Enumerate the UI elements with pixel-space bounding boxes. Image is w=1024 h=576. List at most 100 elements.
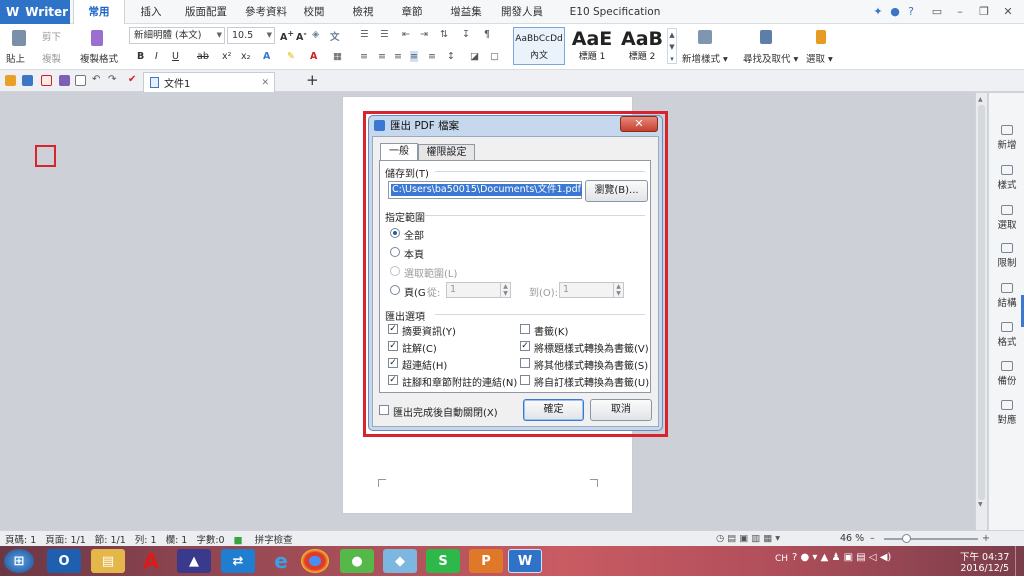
align-left-icon[interactable]: ≡	[360, 51, 368, 62]
font-name-select[interactable]: 新細明體 (本文) ▼	[129, 27, 225, 44]
chrome-icon[interactable]	[301, 549, 329, 573]
format-painter-icon[interactable]	[91, 30, 103, 46]
spell-check-status[interactable]: ■ 拼字檢查	[234, 532, 302, 546]
increase-indent-icon[interactable]: ⇥	[420, 29, 428, 40]
close-icon[interactable]: ✕	[1000, 4, 1016, 20]
sort-icon[interactable]: ↧	[462, 29, 470, 40]
ime-indicator[interactable]: CH	[775, 554, 788, 564]
char-shading-icon[interactable]: ▦	[333, 51, 342, 62]
italic-icon[interactable]: I	[155, 51, 158, 62]
sidebar-item-styles[interactable]: 樣式	[989, 165, 1024, 191]
distribute-icon[interactable]: ≡	[428, 51, 436, 62]
spinner-arrows-icon[interactable]: ▲ ▼	[500, 283, 510, 297]
style-heading-1[interactable]: AaE 標題 1	[568, 27, 616, 65]
scroll-thumb[interactable]	[978, 105, 985, 500]
cut-button[interactable]: 剪下	[42, 29, 61, 43]
shrink-font-icon[interactable]: A-	[296, 29, 307, 43]
phonetic-icon[interactable]: 文	[330, 29, 340, 43]
find-replace-button[interactable]: 尋找及取代 ▾	[743, 51, 798, 65]
notes-icon[interactable]: ◆	[383, 549, 417, 573]
sidebar-item-restrict[interactable]: 限制	[989, 243, 1024, 269]
font-color-icon[interactable]: A	[310, 51, 317, 62]
save-icon[interactable]	[22, 75, 33, 86]
show-desktop-button[interactable]	[1015, 546, 1024, 576]
bullets-icon[interactable]: ☰	[360, 29, 369, 40]
scroll-down-icon[interactable]: ▼	[978, 501, 983, 508]
minimize-icon[interactable]: –	[952, 4, 968, 20]
sidebar-item-new[interactable]: 新增	[989, 125, 1024, 151]
align-right-icon[interactable]: ≡	[394, 51, 402, 62]
borders-icon[interactable]: ▢	[490, 51, 499, 62]
tab-e10-plugin[interactable]: E10 Specification Plugin	[560, 0, 670, 42]
outlook-icon[interactable]: O	[47, 549, 81, 573]
sidebar-item-format[interactable]: 格式	[989, 322, 1024, 348]
explorer-folder-icon[interactable]: ▤	[91, 549, 125, 573]
tab-addins[interactable]: 增益集	[444, 0, 488, 24]
heading-bookmarks-checkbox[interactable]: ✓	[520, 341, 530, 351]
redo-icon[interactable]: ↷	[108, 74, 119, 85]
numbering-icon[interactable]: ☰	[380, 29, 389, 40]
style-normal[interactable]: AaBbCcDd 內文	[513, 27, 565, 65]
start-orb-icon[interactable]: ⊞	[4, 549, 34, 573]
range-all-radio[interactable]	[390, 228, 400, 238]
check-icon[interactable]: ✔	[128, 74, 139, 85]
teamviewer-icon[interactable]: ⇄	[221, 549, 255, 573]
range-current-radio[interactable]	[390, 247, 400, 257]
zoom-slider[interactable]	[884, 538, 978, 540]
zoom-out-icon[interactable]: –	[870, 533, 875, 544]
bookmarks-checkbox[interactable]	[520, 324, 530, 334]
hyperlinks-checkbox[interactable]: ✓	[388, 358, 398, 368]
copy-button[interactable]: 複製	[42, 51, 61, 65]
font-size-select[interactable]: 10.5 ▼	[227, 27, 275, 44]
range-selection-radio[interactable]	[390, 266, 400, 276]
shading-icon[interactable]: ◪	[470, 51, 479, 62]
justify-icon[interactable]: ≡	[410, 51, 418, 62]
bold-icon[interactable]: B	[137, 51, 144, 62]
presentation-icon[interactable]: P	[469, 549, 503, 573]
document-tab[interactable]: 文件1 ✕	[143, 72, 275, 92]
tab-developer[interactable]: 開發人員	[494, 0, 550, 24]
paste-button[interactable]: 貼上	[6, 51, 25, 65]
range-pages-radio[interactable]	[390, 285, 400, 295]
line-spacing-icon[interactable]: ↕	[447, 51, 455, 62]
view-modes-icon[interactable]: ◷ ▤ ▣ ▥ ▦ ▾	[716, 533, 780, 544]
ok-button[interactable]: 確定	[523, 399, 584, 421]
tab-insert[interactable]: 插入	[130, 0, 172, 24]
align-center-icon[interactable]: ≡	[378, 51, 386, 62]
clipboard-icon[interactable]	[12, 30, 26, 46]
style-gallery-scroll[interactable]: ▲ ▼ ▾	[667, 28, 677, 64]
writer-taskbar-icon[interactable]: W	[508, 549, 542, 573]
user-icon[interactable]: ●	[887, 4, 903, 20]
spinner-arrows-icon[interactable]: ▲ ▼	[613, 283, 623, 297]
sidebar-item-backup[interactable]: 備份	[989, 361, 1024, 387]
ssms-icon[interactable]: ▲	[177, 549, 211, 573]
text-effect-icon[interactable]: A	[263, 51, 270, 62]
comments-checkbox[interactable]: ✓	[388, 341, 398, 351]
select-button[interactable]: 選取 ▾	[806, 51, 833, 65]
auto-close-checkbox[interactable]	[379, 405, 389, 415]
tab-review[interactable]: 校閱	[298, 0, 330, 24]
ribbon-toggle-icon[interactable]: ▭	[929, 4, 945, 20]
vertical-scrollbar[interactable]: ▲ ▼	[975, 93, 987, 530]
custom-style-bookmarks-checkbox[interactable]	[520, 375, 530, 385]
format-painter-button[interactable]: 複製格式	[80, 51, 118, 65]
tray-icons[interactable]: ? ● ▾ ▲ ♟ ▣ ▤ ◁ ◀)	[792, 552, 891, 563]
internet-explorer-icon[interactable]: e	[264, 549, 298, 573]
print-preview-icon[interactable]	[75, 75, 86, 86]
tab-references[interactable]: 參考資料	[238, 0, 294, 24]
grow-font-icon[interactable]: A+	[280, 29, 294, 43]
tab-general[interactable]: 一般	[380, 143, 418, 161]
sidebar-item-structure[interactable]: 結構	[989, 283, 1024, 309]
open-folder-icon[interactable]	[5, 75, 16, 86]
dialog-close-button[interactable]: ✕	[620, 116, 658, 132]
underline-icon[interactable]: U	[172, 51, 179, 62]
scroll-up-icon[interactable]: ▲	[978, 96, 983, 103]
close-tab-icon[interactable]: ✕	[261, 78, 269, 88]
tab-permissions[interactable]: 權限設定	[418, 144, 475, 161]
undo-icon[interactable]: ↶	[92, 74, 103, 85]
decrease-indent-icon[interactable]: ⇤	[402, 29, 410, 40]
subscript-icon[interactable]: x₂	[241, 51, 250, 62]
range-from-spinner[interactable]: 1 ▲ ▼	[446, 282, 511, 298]
tab-layout[interactable]: 版面配置	[178, 0, 234, 24]
tab-section[interactable]: 章節	[396, 0, 428, 24]
